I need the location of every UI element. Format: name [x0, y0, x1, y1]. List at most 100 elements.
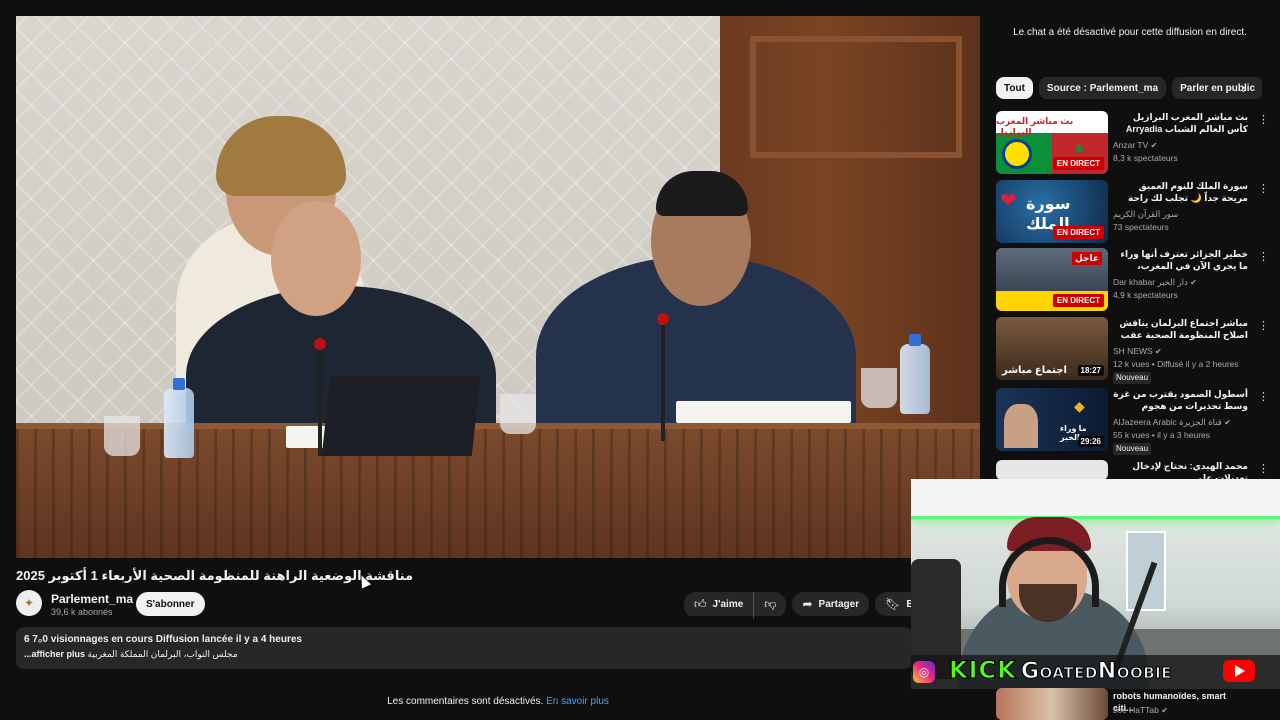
channel-label: Anzar TV — [1113, 140, 1149, 150]
video-thumbnail[interactable] — [996, 460, 1108, 480]
verified-icon: ✔ — [1161, 706, 1168, 715]
video-frame-glass — [861, 368, 897, 408]
recommendation-title[interactable]: أسطول الصمود يقترب من غزة وسط تحذيرات من… — [1113, 388, 1248, 412]
recommendation-channel[interactable]: AlJazeera Arabic قناة الجزيرة ✔ — [1113, 417, 1231, 428]
thumbnail-text: بث مباشر المغرب البرازيل — [996, 116, 1074, 137]
webcam-overlay: ◎ KICK GoatedNoobie — [911, 479, 1280, 689]
video-thumbnail[interactable]: بث مباشر المغرب البرازيل ★ EN DIRECT — [996, 111, 1108, 174]
video-frame-glass — [104, 416, 140, 456]
video-frame-microphone — [314, 338, 326, 456]
viewer-count: 6 7₀0 — [24, 634, 48, 645]
stream-status: visionnages en cours Diffusion lancée il… — [47, 634, 302, 645]
chip-all[interactable]: Tout — [996, 77, 1033, 99]
channel-label: AlJazeera Arabic قناة الجزيرة — [1113, 417, 1222, 427]
streamer-handle: GoatedNoobie — [1021, 659, 1172, 685]
more-options-icon[interactable]: ⋮ — [1258, 390, 1269, 403]
recommendation-item[interactable]: محمد الهيدي: نحتاج لإدخال تعديلات على ⋮ — [996, 460, 1266, 480]
recommendation-channel[interactable]: Dar khabar دار الخبر ✔ — [1113, 277, 1197, 288]
webcam-door — [1126, 531, 1166, 611]
emblem-icon: ✦ — [23, 596, 35, 610]
recommendation-title[interactable]: بث مباشر المغرب البرازيل كأس العالم الشب… — [1113, 111, 1248, 135]
more-options-icon[interactable]: ⋮ — [1258, 250, 1269, 263]
channel-name[interactable]: Parlement_ma — [51, 592, 133, 606]
filter-chips: Tout Source : Parlement_ma Parler en pub… — [996, 77, 1262, 99]
recommendation-meta: 55 k vues • il y a 3 heures — [1113, 430, 1210, 440]
video-thumbnail[interactable]: ◆ ما وراء الخبر 29:26 — [996, 388, 1108, 451]
recommendation-item[interactable]: اجتماع مباشر 18:27 مباشر اجتماع البرلمان… — [996, 317, 1269, 384]
morocco-star-icon: ★ — [1072, 141, 1087, 158]
recommendation-title[interactable]: سورة الملك للنوم العميق مريحة جداً 🌙 تجل… — [1113, 180, 1248, 204]
bookmark-icon: 🔖︎ — [885, 597, 901, 611]
video-thumbnail[interactable]: ❤ سورة الملك EN DIRECT — [996, 180, 1108, 243]
duration-badge: 29:26 — [1077, 436, 1104, 447]
show-more-link[interactable]: ...afficher plus — [24, 649, 85, 659]
chat-disabled-notice: Le chat a été désactivé pour cette diffu… — [1013, 27, 1247, 38]
channel-avatar[interactable]: ✦ — [16, 590, 42, 616]
stream-banner: ◎ KICK GoatedNoobie — [911, 655, 1280, 689]
learn-more-link[interactable]: En savoir plus — [546, 696, 609, 707]
verified-icon: ✔ — [1150, 141, 1158, 150]
new-badge: Nouveau — [1113, 443, 1152, 455]
more-options-icon[interactable]: ⋮ — [1258, 319, 1269, 332]
like-dislike-group: 👍︎ J'aime 👎︎ — [684, 592, 787, 618]
video-thumbnail[interactable] — [996, 688, 1108, 720]
like-label: J'aime — [712, 598, 744, 610]
video-frame-microphone — [657, 313, 669, 441]
thumbnail-text: اجتماع مباشر — [1002, 365, 1067, 376]
recommendation-channel[interactable]: سور القرآن الكريم — [1113, 209, 1178, 220]
video-frame-glass — [500, 394, 536, 434]
recommendation-channel[interactable]: Joe HaTTab ✔ — [1113, 705, 1168, 715]
recommendation-title[interactable]: خطير الجزائر تعترف أنها وراء ما يجري الآ… — [1113, 248, 1248, 272]
dislike-button[interactable]: 👎︎ — [754, 592, 787, 616]
recommendation-title[interactable]: محمد الهيدي: نحتاج لإدخال تعديلات على — [1113, 460, 1248, 480]
comments-disabled-text: Les commentaires sont désactivés. — [387, 696, 544, 707]
recommendation-meta: 73 spectateurs — [1113, 222, 1169, 232]
subscribe-button[interactable]: S'abonner — [136, 592, 205, 616]
chevron-right-icon[interactable]: › — [1242, 80, 1247, 96]
video-thumbnail[interactable]: عاجل EN DIRECT — [996, 248, 1108, 311]
video-frame-bottle — [900, 334, 930, 414]
new-badge: Nouveau — [1113, 372, 1152, 384]
verified-icon: ✔ — [1224, 418, 1231, 427]
comments-disabled-notice: Les commentaires sont désactivés. En sav… — [16, 696, 980, 707]
recommendation-item[interactable]: عاجل EN DIRECT خطير الجزائر تعترف أنها و… — [996, 248, 1269, 312]
description-stats: 6 7₀0 visionnages en cours Diffusion lan… — [24, 634, 904, 645]
description-tags: مجلس النواب، البرلمان المملكة المغربية — [87, 649, 238, 659]
aljazeera-logo-icon: ◆ — [1074, 398, 1085, 414]
live-badge: EN DIRECT — [1052, 226, 1104, 239]
recommendation-item[interactable]: ❤ سورة الملك EN DIRECT سورة الملك للنوم … — [996, 180, 1269, 244]
video-frame-bottle — [164, 378, 194, 458]
youtube-icon — [1223, 660, 1255, 682]
like-button[interactable]: 👍︎ J'aime — [684, 592, 754, 616]
more-options-icon[interactable]: ⋮ — [1258, 462, 1266, 475]
video-frame-person-head — [271, 201, 361, 316]
channel-label: SH NEWS — [1113, 346, 1153, 356]
recommendation-channel[interactable]: SH NEWS ✔ — [1113, 346, 1162, 356]
description-box[interactable]: 6 7₀0 visionnages en cours Diffusion lan… — [16, 627, 912, 669]
more-options-icon[interactable]: ⋮ — [1258, 182, 1269, 195]
share-label: Partager — [818, 598, 860, 610]
recommendation-item[interactable]: robots humanoïdes, smart citi... Joe HaT… — [996, 688, 1266, 720]
thumbs-down-icon: 👎︎ — [764, 596, 777, 611]
brazil-flag-icon — [1002, 139, 1032, 169]
share-button[interactable]: ➦ Partager — [792, 592, 870, 616]
share-arrow-icon: ➦ — [802, 597, 813, 611]
more-options-icon[interactable]: ⋮ — [1258, 113, 1269, 126]
recommendation-title[interactable]: مباشر اجتماع البرلمان يناقش اصلاح المنظو… — [1113, 317, 1248, 341]
description-preview: ...afficher plus مجلس النواب، البرلمان ا… — [24, 649, 904, 660]
recommendation-meta: 4,9 k spectateurs — [1113, 290, 1178, 300]
chip-source[interactable]: Source : Parlement_ma — [1038, 77, 1167, 99]
recommendation-meta: 12 k vues • Diffusé il y a 2 heures — [1113, 359, 1239, 369]
recommendation-channel[interactable]: Anzar TV ✔ — [1113, 140, 1157, 150]
instagram-icon: ◎ — [913, 661, 935, 683]
channel-label: Dar khabar دار الخبر — [1113, 277, 1188, 287]
video-player[interactable] — [16, 16, 980, 558]
recommendation-item[interactable]: ◆ ما وراء الخبر 29:26 أسطول الصمود يقترب… — [996, 388, 1269, 455]
thumbnail-person — [1004, 404, 1038, 448]
chip-public-speaking[interactable]: Parler en public — [1172, 77, 1262, 99]
recommendation-item[interactable]: بث مباشر المغرب البرازيل ★ EN DIRECT بث … — [996, 111, 1269, 175]
heart-icon: ❤ — [1000, 190, 1017, 212]
video-thumbnail[interactable]: اجتماع مباشر 18:27 — [996, 317, 1108, 380]
verified-icon: ✔ — [1190, 278, 1197, 287]
video-frame-laptop — [321, 376, 481, 456]
